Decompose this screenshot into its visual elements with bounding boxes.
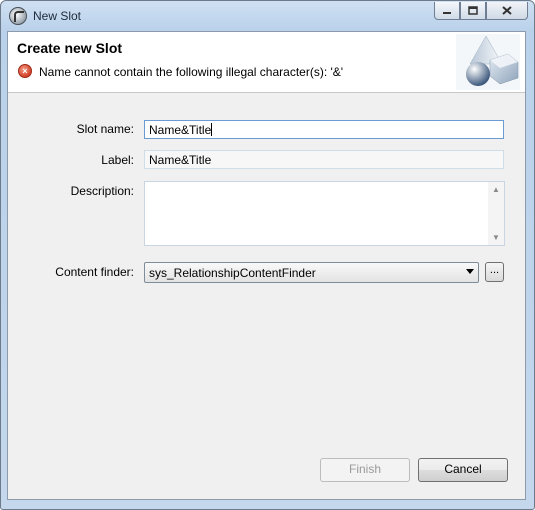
description-textarea[interactable]: ▲ ▼ xyxy=(144,181,505,246)
scroll-down-icon[interactable]: ▼ xyxy=(492,233,500,242)
content-finder-label: Content finder: xyxy=(55,265,134,279)
slot-name-value: Name&Title xyxy=(149,123,212,137)
dialog-body: Create new Slot × Name cannot contain th… xyxy=(7,31,526,500)
browse-button[interactable]: ... xyxy=(485,262,504,282)
description-scrollbar[interactable]: ▲ ▼ xyxy=(488,182,504,245)
minimize-button[interactable] xyxy=(434,2,460,20)
slot-name-label: Slot name: xyxy=(76,122,134,136)
wizard-shapes-icon xyxy=(456,34,520,90)
content-finder-select[interactable]: sys_RelationshipContentFinder xyxy=(144,262,479,283)
app-icon xyxy=(9,7,27,25)
cancel-button[interactable]: Cancel xyxy=(418,458,508,482)
close-button[interactable] xyxy=(486,2,528,20)
label-label: Label: xyxy=(101,153,134,167)
caption-buttons xyxy=(434,2,528,20)
scroll-up-icon[interactable]: ▲ xyxy=(492,185,500,194)
content-finder-value: sys_RelationshipContentFinder xyxy=(149,266,316,280)
page-title: Create new Slot xyxy=(17,40,123,56)
wizard-banner: Create new Slot × Name cannot contain th… xyxy=(8,32,525,93)
title-bar[interactable]: New Slot xyxy=(1,1,534,31)
description-label: Description: xyxy=(70,184,134,198)
maximize-icon xyxy=(468,6,478,15)
finish-button[interactable]: Finish xyxy=(320,458,410,482)
text-caret xyxy=(211,123,213,136)
label-input[interactable]: Name&Title xyxy=(144,150,504,169)
chevron-down-icon xyxy=(466,269,474,274)
minimize-icon xyxy=(443,11,451,14)
maximize-button[interactable] xyxy=(460,2,486,20)
error-icon: × xyxy=(18,64,32,78)
window-title: New Slot xyxy=(33,9,82,23)
error-message: Name cannot contain the following illega… xyxy=(39,65,344,79)
close-icon xyxy=(502,6,512,15)
dialog-window: New Slot Create new Slot × Name cannot c… xyxy=(0,0,535,510)
slot-name-input[interactable]: Name&Title xyxy=(144,120,504,139)
